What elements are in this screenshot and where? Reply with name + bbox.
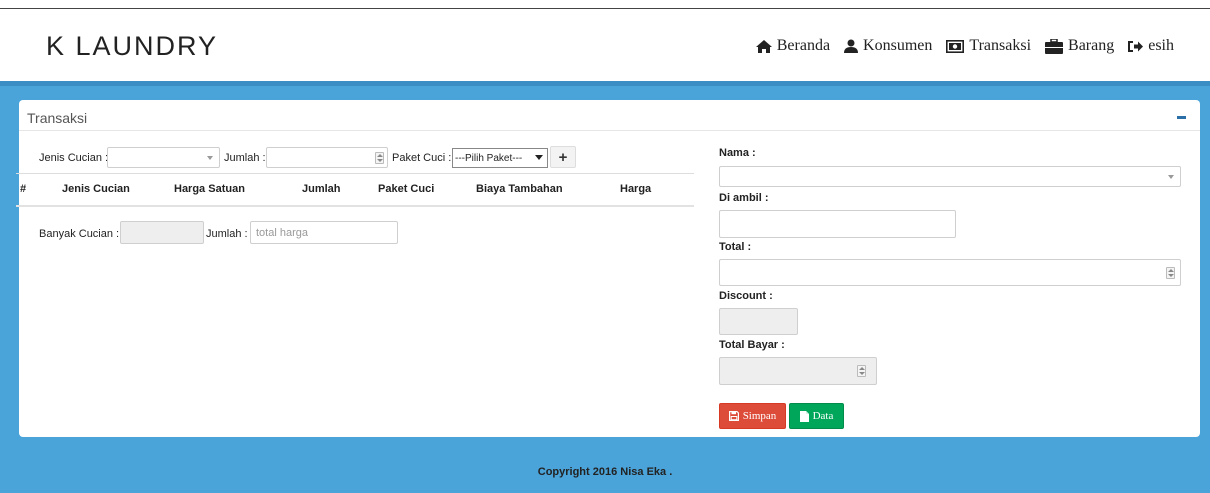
menu-item-beranda[interactable]: Beranda — [755, 37, 831, 55]
simpan-button[interactable]: Simpan — [719, 403, 786, 429]
column-header-harga: Harga — [616, 173, 694, 207]
menu-item-barang-label: Barang — [1068, 37, 1115, 54]
discount-label: Discount : — [719, 290, 773, 302]
menu-item-transaksi[interactable]: Transaksi — [946, 37, 1031, 55]
spinner-icon[interactable] — [1166, 266, 1175, 279]
plus-icon: + — [558, 148, 568, 166]
paket-cuci-label: Paket Cuci : — [392, 152, 452, 164]
navbar: K LAUNDRY Beranda Konsumen Transaksi Bar… — [0, 9, 1210, 81]
nama-select[interactable] — [719, 166, 1181, 187]
column-header-jumlah: Jumlah — [298, 173, 374, 207]
money-icon — [946, 39, 965, 53]
total-input[interactable] — [719, 259, 1181, 286]
jenis-cucian-select[interactable] — [107, 147, 220, 168]
data-button-label: Data — [812, 410, 834, 422]
footer-copyright: Copyright 2016 Nisa Eka . — [537, 466, 673, 478]
briefcase-icon — [1045, 38, 1064, 54]
panel-title: Transaksi — [27, 110, 88, 126]
diambil-input[interactable] — [719, 210, 956, 238]
chevron-down-icon — [207, 155, 213, 160]
total-bayar-label: Total Bayar : — [719, 339, 785, 351]
menu-item-barang[interactable]: Barang — [1045, 37, 1114, 55]
items-table: # Jenis Cucian Harga Satuan Jumlah Paket… — [16, 173, 694, 207]
data-button[interactable]: Data — [789, 403, 844, 429]
column-header-number: # — [16, 173, 58, 207]
simpan-button-label: Simpan — [742, 410, 777, 422]
add-item-button[interactable]: + — [550, 146, 576, 168]
table-header-row: # Jenis Cucian Harga Satuan Jumlah Paket… — [16, 173, 694, 207]
menu-item-logout[interactable]: esih — [1128, 37, 1174, 55]
chevron-down-icon — [535, 155, 543, 160]
home-icon — [755, 39, 772, 53]
banyak-cucian-label: Banyak Cucian : — [39, 228, 120, 240]
sign-out-icon — [1128, 40, 1144, 52]
collapse-icon[interactable] — [1177, 116, 1186, 119]
panel-divider — [19, 130, 1200, 131]
jumlah-total-label: Jumlah : — [206, 228, 248, 240]
diambil-label: Di ambil : — [719, 192, 769, 204]
menu-item-logout-label: esih — [1148, 37, 1174, 54]
discount-input — [719, 308, 798, 335]
jumlah-input[interactable] — [266, 147, 388, 168]
spinner-icon[interactable] — [375, 151, 384, 164]
banyak-cucian-input — [120, 221, 204, 244]
menu-item-konsumen[interactable]: Konsumen — [844, 37, 932, 55]
total-harga-placeholder: total harga — [256, 226, 308, 239]
total-bayar-input — [719, 357, 877, 385]
column-header-biaya-tambahan: Biaya Tambahan — [472, 173, 616, 207]
brand-logo[interactable]: K LAUNDRY — [46, 31, 218, 62]
jumlah-label: Jumlah : — [224, 152, 266, 164]
total-harga-input[interactable]: total harga — [250, 221, 398, 244]
menu-item-transaksi-label: Transaksi — [969, 37, 1032, 54]
spinner-icon — [857, 365, 866, 377]
menu-item-beranda-label: Beranda — [776, 37, 831, 54]
file-icon — [799, 410, 809, 422]
column-header-harga-satuan: Harga Satuan — [170, 173, 298, 207]
jenis-cucian-label: Jenis Cucian : — [39, 152, 109, 164]
paket-cuci-select[interactable]: ---Pilih Paket--- — [452, 148, 548, 168]
paket-cuci-selected: ---Pilih Paket--- — [455, 152, 523, 164]
column-header-paket-cuci: Paket Cuci — [374, 173, 472, 207]
chevron-down-icon — [1168, 174, 1174, 179]
total-label: Total : — [719, 241, 752, 253]
main-menu: Beranda Konsumen Transaksi Barang esih — [755, 37, 1174, 55]
nama-label: Nama : — [719, 147, 756, 159]
column-header-jenis-cucian: Jenis Cucian — [58, 173, 170, 207]
menu-item-konsumen-label: Konsumen — [863, 37, 933, 54]
save-icon — [728, 411, 739, 421]
user-icon — [844, 39, 859, 53]
